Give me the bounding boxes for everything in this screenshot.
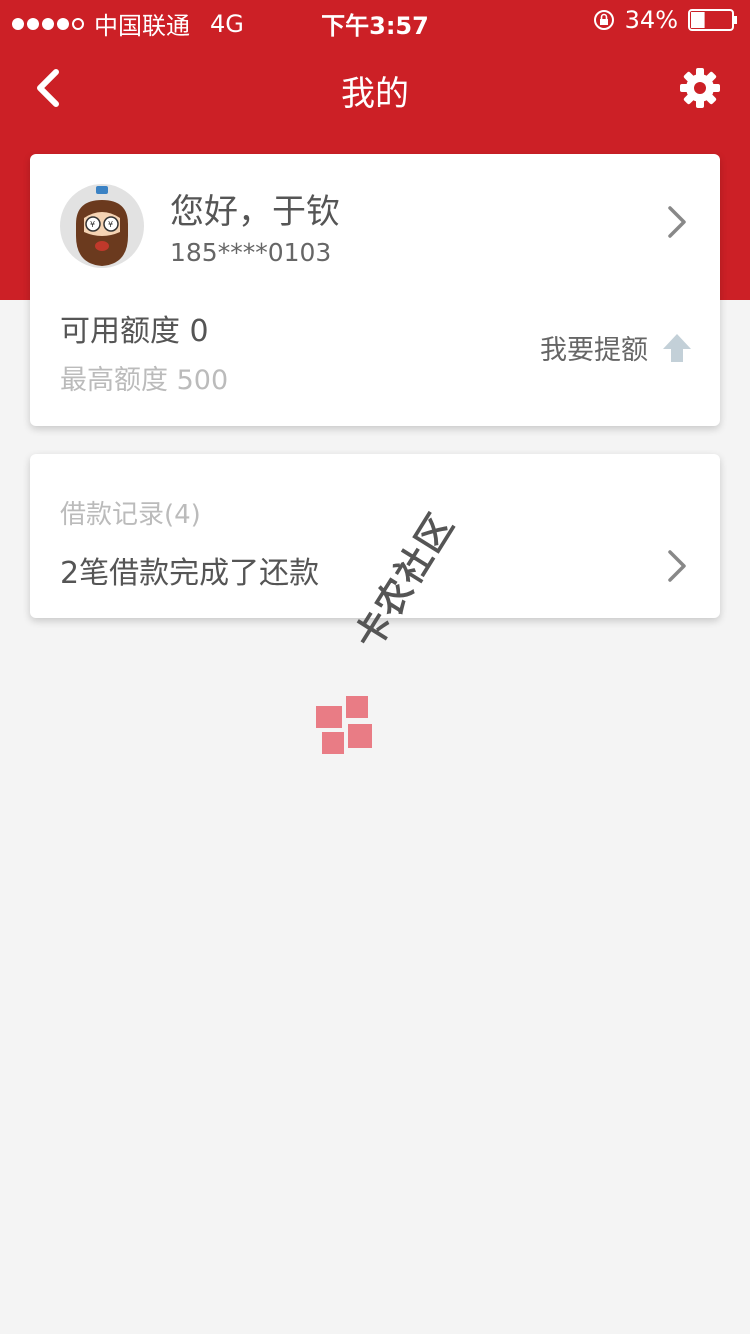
loan-records-header: 借款记录(4) [60, 500, 201, 530]
raise-limit-button[interactable]: 我要提额 [540, 328, 692, 367]
svg-text:¥: ¥ [108, 220, 113, 229]
status-bar: 中国联通 4G 下午3:57 34% [0, 0, 750, 40]
svg-text:¥: ¥ [90, 220, 95, 229]
up-arrow-icon [663, 333, 691, 362]
max-credit: 最高额度 500 [60, 365, 229, 396]
battery-percent: 34% [624, 6, 678, 34]
raise-limit-label: 我要提额 [540, 335, 648, 366]
rotation-lock-icon [593, 10, 614, 30]
avatar-image: ¥ ¥ [76, 186, 128, 266]
battery-icon [688, 9, 737, 31]
user-greeting: 您好，于钦 [170, 192, 340, 232]
status-right: 34% [593, 6, 738, 34]
available-credit: 可用额度 0 [60, 314, 209, 349]
chevron-right-icon [668, 206, 686, 238]
loan-summary: 2笔借款完成了还款 [60, 556, 320, 591]
page-title: 我的 [341, 74, 409, 114]
nav-bar: 我的 [0, 40, 750, 136]
profile-card: ¥ ¥ 您好，于钦 185****0103 可用额度 0 最高额度 500 我要… [30, 154, 720, 426]
user-phone: 185****0103 [170, 238, 332, 267]
chevron-right-icon [668, 550, 686, 582]
gear-icon[interactable] [678, 66, 722, 110]
profile-row[interactable]: ¥ ¥ 您好，于钦 185****0103 [30, 154, 720, 284]
avatar: ¥ ¥ [60, 184, 144, 268]
